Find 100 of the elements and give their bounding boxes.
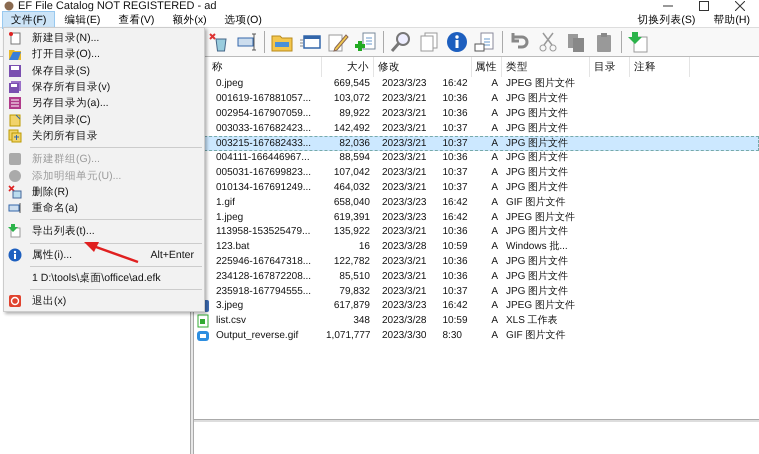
menu-entry[interactable]: 删除(R) bbox=[4, 184, 204, 200]
file-size: 79,832 bbox=[338, 284, 371, 299]
menu-entry[interactable]: 保存所有目录(v) bbox=[4, 78, 204, 96]
file-type: JPG 图片文件 bbox=[505, 151, 570, 166]
close-icon[interactable] bbox=[735, 1, 745, 11]
file-size: 619,391 bbox=[332, 210, 371, 225]
menu-entry[interactable]: 导出列表(t)... bbox=[4, 223, 204, 240]
column-header[interactable]: 注释 bbox=[630, 57, 690, 77]
column-header[interactable]: 目录 bbox=[590, 57, 630, 77]
file-size: 88,594 bbox=[338, 151, 371, 166]
modified-time: 10:37 bbox=[442, 122, 469, 136]
menu-label: 保存目录(S) bbox=[32, 64, 90, 78]
modified-time: 10:36 bbox=[442, 106, 469, 121]
file-type: JPG 图片文件 bbox=[505, 254, 570, 269]
file-type: JPG 图片文件 bbox=[505, 92, 570, 106]
file-type: JPEG 图片文件 bbox=[505, 210, 576, 225]
menu-entry[interactable]: 重命名(a) bbox=[4, 200, 204, 216]
modified-time: 10:37 bbox=[442, 284, 469, 299]
menu-entry[interactable]: 属性(i)... Alt+Enter bbox=[4, 246, 204, 263]
maximize-icon[interactable] bbox=[699, 1, 709, 11]
menu-entry[interactable]: 退出(x) bbox=[4, 293, 204, 310]
modified-date: 2023/3/21 bbox=[381, 166, 428, 180]
copy-icon[interactable] bbox=[565, 31, 587, 53]
menu-item[interactable]: 额外(x) bbox=[163, 10, 216, 28]
file-name: 235918-167794555... bbox=[215, 284, 312, 299]
menu-entry[interactable]: 1 D:\tools\桌面\office\ad.efk bbox=[4, 270, 204, 286]
menu-item[interactable]: 帮助(H) bbox=[704, 10, 759, 28]
file-name: list.csv bbox=[215, 314, 247, 328]
modified-time: 10:36 bbox=[442, 92, 469, 106]
modified-time: 10:59 bbox=[442, 240, 469, 254]
attribute-cell-text: A bbox=[490, 225, 499, 240]
modified-time: 16:42 bbox=[442, 299, 469, 314]
attribute-cell-text: A bbox=[490, 151, 499, 166]
column-header[interactable]: 修改 bbox=[374, 57, 472, 77]
window-title: EF File Catalog NOT REGISTERED - ad bbox=[18, 0, 216, 12]
delete-icon bbox=[8, 184, 22, 199]
menu-label: 保存所有目录(v) bbox=[32, 80, 110, 94]
menu-entry[interactable]: 另存目录为(a)... bbox=[4, 95, 204, 112]
app-icon bbox=[4, 1, 14, 11]
new-document-icon bbox=[8, 31, 22, 46]
info-icon[interactable] bbox=[446, 31, 468, 53]
modified-time: 16:42 bbox=[442, 210, 469, 225]
column-header[interactable]: 类型 bbox=[502, 57, 590, 77]
add-document-icon[interactable] bbox=[355, 31, 377, 53]
file-size: 82,036 bbox=[338, 136, 371, 151]
menu-label: 添加明细单元(U)... bbox=[32, 168, 122, 183]
file-size: 85,510 bbox=[338, 270, 371, 284]
floppy-disks-icon bbox=[8, 80, 22, 94]
modified-time: 10:59 bbox=[442, 314, 469, 328]
file-name: 113958-153525479... bbox=[215, 225, 312, 240]
file-name: 003033-167682423... bbox=[215, 122, 312, 136]
export-icon[interactable] bbox=[628, 31, 650, 53]
rename-icon[interactable] bbox=[236, 31, 258, 53]
file-type: JPEG 图片文件 bbox=[505, 77, 576, 92]
column-header[interactable]: 大小 bbox=[322, 57, 374, 77]
copy-to-icon[interactable] bbox=[474, 31, 496, 53]
file-size: 617,879 bbox=[332, 299, 371, 314]
menu-label: 关闭目录(C) bbox=[32, 112, 91, 127]
file-name: 1.gif bbox=[215, 196, 236, 210]
menu-entry[interactable]: 新建目录(N)... bbox=[4, 30, 204, 46]
file-icon bbox=[196, 314, 210, 328]
column-header[interactable]: 属性 bbox=[472, 57, 502, 77]
export-icon bbox=[8, 224, 22, 238]
file-name: 001619-167881057... bbox=[215, 92, 312, 106]
menu-item[interactable]: 查看(V) bbox=[109, 10, 164, 28]
modified-time: 16:42 bbox=[442, 196, 469, 210]
file-size: 1,071,777 bbox=[325, 328, 372, 343]
search-icon[interactable] bbox=[390, 31, 412, 53]
modified-date: 2023/3/21 bbox=[381, 225, 428, 240]
file-size: 107,042 bbox=[332, 166, 371, 180]
info-icon bbox=[8, 248, 22, 262]
rename-icon bbox=[8, 201, 22, 216]
menu-label: 另存目录为(a)... bbox=[32, 96, 109, 110]
menu-label: 删除(R) bbox=[32, 184, 69, 199]
file-type: Windows 批... bbox=[505, 240, 569, 254]
file-type: JPG 图片文件 bbox=[505, 136, 570, 151]
open-folder-icon bbox=[8, 47, 22, 62]
file-size: 658,040 bbox=[332, 196, 371, 210]
file-row[interactable]: list.csv 348 2023/3/28 10:59 A XLS 工作表 bbox=[194, 314, 759, 329]
file-row[interactable]: Output_reverse.gif 1,071,777 2023/3/30 8:30 A GIF 图片文件 bbox=[194, 328, 759, 344]
menu-item[interactable]: 编辑(E) bbox=[55, 10, 110, 28]
file-size: 142,492 bbox=[332, 122, 371, 136]
annotation-arrow bbox=[84, 242, 138, 264]
file-name: 234128-167872208... bbox=[215, 270, 312, 284]
attribute-cell-text: A bbox=[490, 270, 499, 284]
modified-date: 2023/3/28 bbox=[381, 314, 428, 328]
file-type: JPG 图片文件 bbox=[505, 122, 570, 136]
menu-entry[interactable]: 关闭目录(C) bbox=[4, 111, 204, 128]
file-type: JPG 图片文件 bbox=[505, 270, 570, 284]
pages-icon[interactable] bbox=[418, 31, 440, 53]
attribute-cell-text: A bbox=[490, 180, 499, 195]
menu-item[interactable]: 选项(O) bbox=[216, 10, 271, 28]
modified-date: 2023/3/23 bbox=[381, 299, 428, 314]
scissors-icon[interactable] bbox=[537, 31, 559, 53]
modified-date: 2023/3/21 bbox=[381, 122, 428, 136]
file-type: JPG 图片文件 bbox=[505, 225, 570, 240]
menu-item[interactable]: 切换列表(S) bbox=[628, 10, 704, 28]
attribute-cell-text: A bbox=[490, 77, 499, 92]
modified-time: 10:36 bbox=[442, 151, 469, 166]
modified-date: 2023/3/28 bbox=[381, 240, 428, 254]
